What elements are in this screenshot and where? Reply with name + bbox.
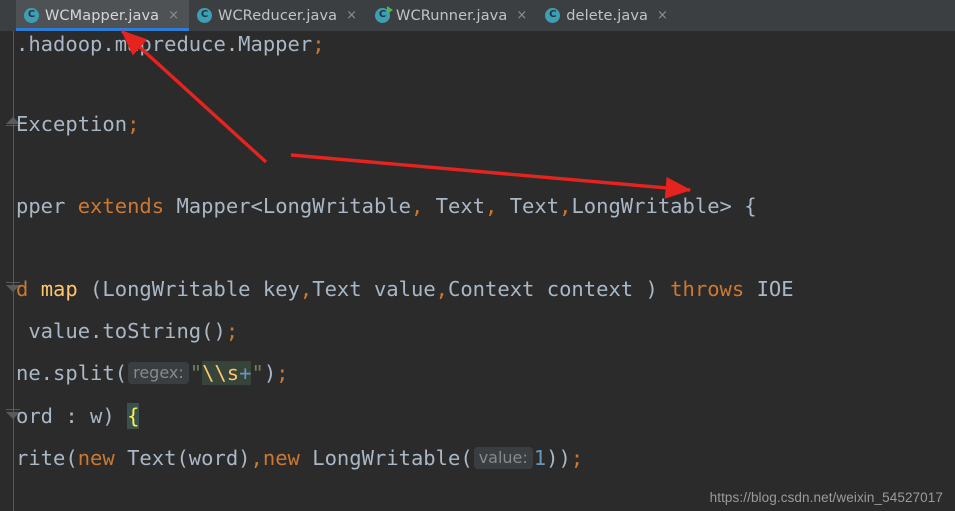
run-arrow-icon [387, 6, 394, 14]
matched-brace-highlight: { [127, 403, 140, 429]
tab-label: WCMapper.java [45, 7, 160, 24]
code-line-to-string[interactable]: value.toString(); [16, 321, 238, 343]
code-line-for-each[interactable]: ord : w) { [16, 403, 140, 429]
tab-label: WCReducer.java [218, 7, 338, 24]
tab-label: WCRunner.java [396, 7, 508, 24]
tab-label: delete.java [566, 7, 649, 24]
java-class-icon: C [197, 8, 213, 23]
code-line-map-signature[interactable]: d map (LongWritable key,Text value,Conte… [16, 279, 794, 301]
code-line-import-mapper[interactable]: .hadoop.mapreduce.Mapper; [16, 34, 325, 56]
close-icon[interactable]: × [515, 9, 528, 22]
code-line-split-regex[interactable]: ne.split(regex: "\\s+"); [16, 361, 289, 385]
number-literal: 1 [533, 446, 547, 470]
java-class-icon-glyph: C [549, 9, 557, 21]
close-icon[interactable]: × [345, 9, 358, 22]
java-class-icon-glyph: C [378, 9, 387, 21]
watermark-url: https://blog.csdn.net/weixin_54527017 [709, 490, 943, 505]
close-icon[interactable]: × [656, 9, 669, 22]
editor-window: C WCMapper.java × C WCReducer.java × C W… [0, 0, 955, 511]
code-content[interactable]: .hadoop.mapreduce.Mapper; Exception; ppe… [0, 31, 955, 469]
java-class-icon: C [545, 8, 561, 23]
java-runnable-class-icon: C [375, 6, 394, 23]
java-class-icon-glyph: C [200, 9, 209, 21]
code-line-context-write[interactable]: rite(new Text(word),new LongWritable(val… [16, 446, 583, 470]
code-editor-area[interactable]: .hadoop.mapreduce.Mapper; Exception; ppe… [0, 31, 955, 511]
editor-tab-bar: C WCMapper.java × C WCReducer.java × C W… [0, 0, 955, 31]
code-line-class-decl[interactable]: pper extends Mapper<LongWritable, Text, … [16, 196, 757, 218]
tab-wcrunner-java[interactable]: C WCRunner.java × [367, 0, 538, 31]
java-class-icon: C [24, 8, 39, 23]
tab-delete-java[interactable]: C delete.java × [537, 0, 678, 31]
tab-strip-left-pad [0, 0, 16, 31]
code-line-throws-exception[interactable]: Exception; [16, 114, 139, 136]
parameter-hint-value: value: [473, 447, 533, 469]
java-class-icon-glyph: C [27, 9, 36, 21]
tab-wcmapper-java[interactable]: C WCMapper.java × [16, 0, 190, 31]
parameter-hint-regex: regex: [128, 362, 189, 384]
close-icon[interactable]: × [167, 9, 180, 22]
tab-wcreducer-java[interactable]: C WCReducer.java × [189, 0, 368, 31]
